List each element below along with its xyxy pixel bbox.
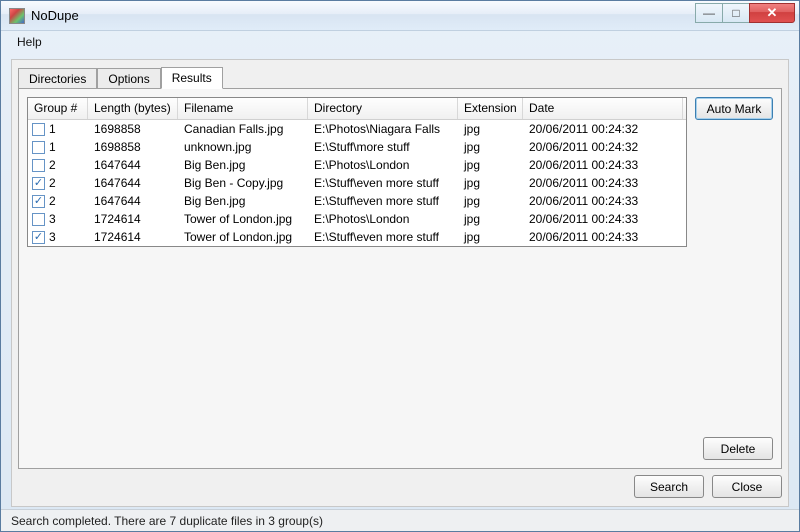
cell-date: 20/06/2011 00:24:33 bbox=[523, 194, 683, 208]
tab-results[interactable]: Results bbox=[161, 67, 223, 89]
close-button[interactable]: Close bbox=[712, 475, 782, 498]
cell-directory: E:\Photos\London bbox=[308, 158, 458, 172]
close-icon: ✕ bbox=[767, 5, 778, 21]
cell-length: 1698858 bbox=[88, 122, 178, 136]
tab-strip: Directories Options Results bbox=[12, 60, 788, 88]
row-checkbox[interactable] bbox=[32, 159, 45, 172]
cell-directory: E:\Stuff\even more stuff bbox=[308, 230, 458, 244]
col-header-date[interactable]: Date bbox=[523, 98, 683, 119]
cell-group: 2 bbox=[28, 176, 88, 190]
cell-group: 1 bbox=[28, 140, 88, 154]
cell-extension: jpg bbox=[458, 176, 523, 190]
cell-extension: jpg bbox=[458, 140, 523, 154]
minimize-icon: — bbox=[703, 6, 715, 20]
maximize-button[interactable]: □ bbox=[722, 3, 750, 23]
table-row[interactable]: 2 1647644Big Ben.jpgE:\Stuff\even more st… bbox=[28, 192, 686, 210]
group-value: 1 bbox=[49, 122, 56, 136]
col-header-filename[interactable]: Filename bbox=[178, 98, 308, 119]
cell-date: 20/06/2011 00:24:33 bbox=[523, 212, 683, 226]
cell-filename: Big Ben.jpg bbox=[178, 158, 308, 172]
row-checkbox[interactable] bbox=[32, 177, 45, 190]
table-row[interactable]: 3 1724614Tower of London.jpgE:\Photos\Lon… bbox=[28, 210, 686, 228]
tab-options[interactable]: Options bbox=[97, 68, 160, 89]
cell-date: 20/06/2011 00:24:33 bbox=[523, 158, 683, 172]
status-bar: Search completed. There are 7 duplicate … bbox=[1, 509, 799, 531]
cell-length: 1698858 bbox=[88, 140, 178, 154]
cell-filename: unknown.jpg bbox=[178, 140, 308, 154]
cell-length: 1724614 bbox=[88, 212, 178, 226]
group-value: 3 bbox=[49, 212, 56, 226]
group-value: 2 bbox=[49, 176, 56, 190]
cell-extension: jpg bbox=[458, 122, 523, 136]
table-row[interactable]: 2 1647644Big Ben - Copy.jpgE:\Stuff\even … bbox=[28, 174, 686, 192]
cell-filename: Tower of London.jpg bbox=[178, 230, 308, 244]
window-close-button[interactable]: ✕ bbox=[749, 3, 795, 23]
cell-directory: E:\Stuff\even more stuff bbox=[308, 194, 458, 208]
row-checkbox[interactable] bbox=[32, 123, 45, 136]
table-body: 1 1698858Canadian Falls.jpgE:\Photos\Niag… bbox=[28, 120, 686, 246]
col-header-group[interactable]: Group # bbox=[28, 98, 88, 119]
cell-group: 1 bbox=[28, 122, 88, 136]
app-icon bbox=[9, 8, 25, 24]
row-checkbox[interactable] bbox=[32, 213, 45, 226]
cell-filename: Canadian Falls.jpg bbox=[178, 122, 308, 136]
delete-button[interactable]: Delete bbox=[703, 437, 773, 460]
cell-group: 2 bbox=[28, 158, 88, 172]
col-header-directory[interactable]: Directory bbox=[308, 98, 458, 119]
col-header-extension[interactable]: Extension bbox=[458, 98, 523, 119]
cell-extension: jpg bbox=[458, 230, 523, 244]
cell-directory: E:\Photos\London bbox=[308, 212, 458, 226]
row-checkbox[interactable] bbox=[32, 141, 45, 154]
status-text: Search completed. There are 7 duplicate … bbox=[11, 514, 323, 528]
col-header-length[interactable]: Length (bytes) bbox=[88, 98, 178, 119]
results-panel: Group # Length (bytes) Filename Director… bbox=[18, 88, 782, 469]
group-value: 1 bbox=[49, 140, 56, 154]
cell-length: 1724614 bbox=[88, 230, 178, 244]
app-window: NoDupe — □ ✕ Help Directories Options Re… bbox=[0, 0, 800, 532]
menu-help[interactable]: Help bbox=[11, 33, 48, 51]
cell-group: 3 bbox=[28, 212, 88, 226]
cell-filename: Big Ben.jpg bbox=[178, 194, 308, 208]
titlebar[interactable]: NoDupe — □ ✕ bbox=[1, 1, 799, 31]
cell-length: 1647644 bbox=[88, 194, 178, 208]
group-value: 3 bbox=[49, 230, 56, 244]
maximize-icon: □ bbox=[732, 6, 739, 20]
cell-group: 3 bbox=[28, 230, 88, 244]
results-table[interactable]: Group # Length (bytes) Filename Director… bbox=[27, 97, 687, 247]
cell-length: 1647644 bbox=[88, 176, 178, 190]
row-checkbox[interactable] bbox=[32, 231, 45, 244]
cell-group: 2 bbox=[28, 194, 88, 208]
cell-length: 1647644 bbox=[88, 158, 178, 172]
cell-directory: E:\Photos\Niagara Falls bbox=[308, 122, 458, 136]
row-checkbox[interactable] bbox=[32, 195, 45, 208]
search-button[interactable]: Search bbox=[634, 475, 704, 498]
window-title: NoDupe bbox=[31, 8, 79, 23]
table-row[interactable]: 1 1698858Canadian Falls.jpgE:\Photos\Niag… bbox=[28, 120, 686, 138]
table-row[interactable]: 2 1647644Big Ben.jpgE:\Photos\Londonjpg20… bbox=[28, 156, 686, 174]
side-button-column: Auto Mark bbox=[695, 97, 773, 120]
window-controls: — □ ✕ bbox=[696, 3, 795, 23]
table-row[interactable]: 3 1724614Tower of London.jpgE:\Stuff\even… bbox=[28, 228, 686, 246]
cell-date: 20/06/2011 00:24:32 bbox=[523, 140, 683, 154]
cell-filename: Big Ben - Copy.jpg bbox=[178, 176, 308, 190]
cell-directory: E:\Stuff\even more stuff bbox=[308, 176, 458, 190]
group-value: 2 bbox=[49, 194, 56, 208]
cell-date: 20/06/2011 00:24:33 bbox=[523, 230, 683, 244]
table-row[interactable]: 1 1698858unknown.jpgE:\Stuff\more stuffjp… bbox=[28, 138, 686, 156]
cell-directory: E:\Stuff\more stuff bbox=[308, 140, 458, 154]
auto-mark-button[interactable]: Auto Mark bbox=[695, 97, 773, 120]
table-header: Group # Length (bytes) Filename Director… bbox=[28, 98, 686, 120]
cell-extension: jpg bbox=[458, 158, 523, 172]
cell-extension: jpg bbox=[458, 194, 523, 208]
cell-filename: Tower of London.jpg bbox=[178, 212, 308, 226]
tab-directories[interactable]: Directories bbox=[18, 68, 97, 89]
minimize-button[interactable]: — bbox=[695, 3, 723, 23]
client-area: Directories Options Results Group # Leng… bbox=[11, 59, 789, 507]
cell-date: 20/06/2011 00:24:32 bbox=[523, 122, 683, 136]
cell-date: 20/06/2011 00:24:33 bbox=[523, 176, 683, 190]
group-value: 2 bbox=[49, 158, 56, 172]
cell-extension: jpg bbox=[458, 212, 523, 226]
menubar: Help bbox=[1, 31, 799, 53]
